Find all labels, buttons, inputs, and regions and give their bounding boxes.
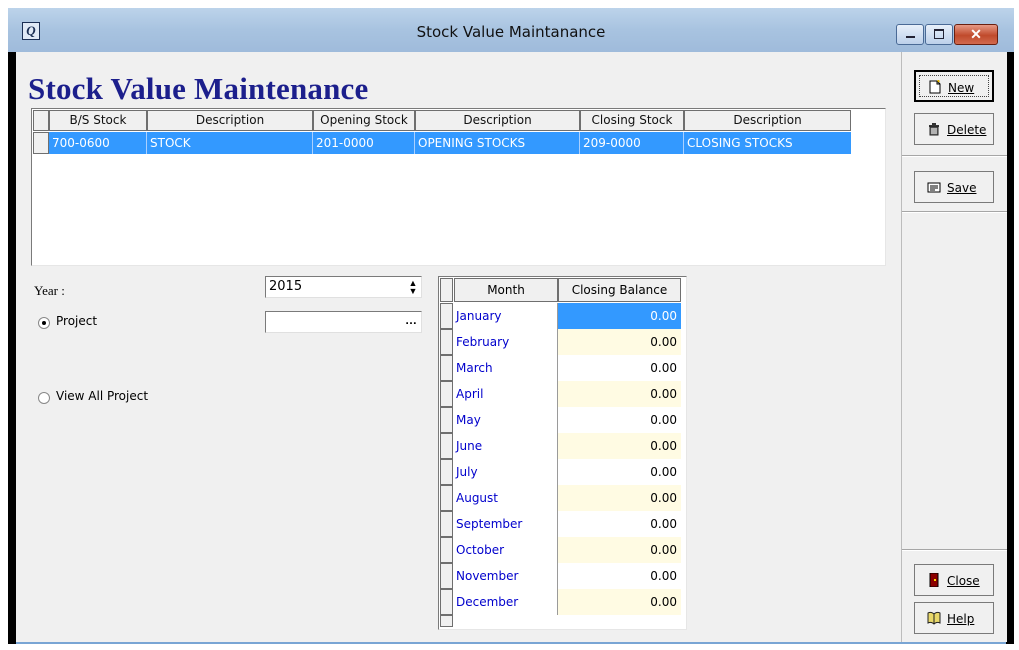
year-value[interactable]: 2015 [269,279,302,294]
divider [902,155,1007,157]
project-radio-label[interactable]: Project [56,314,97,328]
help-button-label: Help [947,612,975,626]
accounts-grid[interactable]: B/S Stock Description Opening Stock Desc… [31,108,886,266]
row-indicator[interactable] [440,381,453,407]
month-cell[interactable]: September [454,511,558,537]
month-cell[interactable]: November [454,563,558,589]
table-cell[interactable]: CLOSING STOCKS [684,132,851,154]
button-sidebar: New Delete Save Close Help [901,52,1007,642]
table-cell[interactable]: OPENING STOCKS [415,132,580,154]
month-cell[interactable]: April [454,381,558,407]
window-title: Stock Value Maintanance [416,23,606,41]
view-all-project-label[interactable]: View All Project [56,389,148,403]
minimize-icon [905,36,915,38]
new-button[interactable]: New [914,70,994,102]
column-header[interactable]: Description [147,110,313,131]
balance-cell[interactable]: 0.00 [558,589,681,615]
delete-button-label: Delete [947,123,987,137]
page-title: Stock Value Maintenance [28,71,369,106]
minimize-button[interactable] [896,24,924,45]
month-cell[interactable]: October [454,537,558,563]
row-indicator[interactable] [440,303,453,329]
balance-cell[interactable]: 0.00 [558,381,681,407]
delete-button[interactable]: Delete [914,113,994,145]
table-cell[interactable]: 209-0000 [580,132,684,154]
divider [902,211,1007,213]
column-header[interactable]: Description [415,110,580,131]
month-cell[interactable]: January [454,303,558,329]
row-indicator[interactable] [440,459,453,485]
balance-cell[interactable]: 0.00 [558,537,681,563]
column-header[interactable]: Opening Stock [313,110,415,131]
balance-cell[interactable]: 0.00 [558,511,681,537]
close-button[interactable]: Close [914,564,994,596]
help-button[interactable]: Help [914,602,994,634]
row-indicator[interactable] [440,433,453,459]
year-label: Year : [34,283,65,298]
table-cell[interactable]: STOCK [147,132,313,154]
close-window-button[interactable]: ✕ [954,24,998,45]
balance-grid[interactable]: Month Closing Balance January 0.00 Febru… [438,276,687,630]
new-document-icon [929,80,941,94]
close-icon: ✕ [970,26,982,42]
browse-ellipsis-icon[interactable]: … [403,314,419,330]
balance-cell[interactable]: 0.00 [558,407,681,433]
help-book-icon [927,611,941,625]
month-cell[interactable]: March [454,355,558,381]
row-indicator[interactable] [440,511,453,537]
project-radio[interactable] [38,317,50,329]
trash-bin-icon [929,123,939,136]
spin-arrows-icon[interactable]: ▲ ▼ [407,279,419,296]
column-header[interactable]: Description [684,110,851,131]
balance-cell[interactable]: 0.00 [558,563,681,589]
row-indicator[interactable] [440,589,453,615]
month-cell[interactable]: June [454,433,558,459]
maximize-button[interactable] [925,24,953,45]
balance-cell[interactable]: 0.00 [558,433,681,459]
bottom-border [16,642,1006,644]
row-indicator[interactable] [440,563,453,589]
grid-corner [440,278,453,302]
maximize-icon [934,29,944,39]
column-header[interactable]: Closing Stock [580,110,684,131]
column-header[interactable]: B/S Stock [49,110,147,131]
save-icon [927,182,941,193]
balance-cell[interactable]: 0.00 [558,485,681,511]
row-indicator[interactable] [440,407,453,433]
year-spinner[interactable]: 2015 ▲ ▼ [265,276,422,298]
new-button-label: New [948,81,975,95]
month-cell[interactable]: February [454,329,558,355]
table-cell[interactable]: 201-0000 [313,132,415,154]
client-area: Stock Value Maintenance B/S Stock Descri… [16,52,1007,642]
month-cell[interactable]: December [454,589,558,615]
row-indicator[interactable] [440,329,453,355]
row-indicator[interactable] [440,537,453,563]
row-indicator [440,615,453,627]
divider [902,549,1007,551]
close-button-label: Close [947,574,980,588]
column-header[interactable]: Month [454,278,558,302]
balance-cell[interactable]: 0.00 [558,329,681,355]
row-indicator[interactable] [440,485,453,511]
exit-door-icon [929,573,939,587]
project-field[interactable]: … [265,311,422,333]
month-cell[interactable]: August [454,485,558,511]
balance-cell[interactable]: 0.00 [558,459,681,485]
grid-corner [33,110,49,131]
column-header[interactable]: Closing Balance [558,278,681,302]
month-cell[interactable]: July [454,459,558,485]
save-button-label: Save [947,181,977,195]
view-all-project-radio[interactable] [38,392,50,404]
row-indicator[interactable] [440,355,453,381]
save-button[interactable]: Save [914,171,994,203]
row-indicator[interactable] [33,132,49,154]
month-cell[interactable]: May [454,407,558,433]
balance-cell[interactable]: 0.00 [558,303,681,329]
app-window: Q Stock Value Maintanance ✕ Stock Value … [8,8,1014,644]
title-bar[interactable]: Q Stock Value Maintanance ✕ [8,8,1014,52]
table-cell[interactable]: 700-0600 [49,132,147,154]
balance-cell[interactable]: 0.00 [558,355,681,381]
